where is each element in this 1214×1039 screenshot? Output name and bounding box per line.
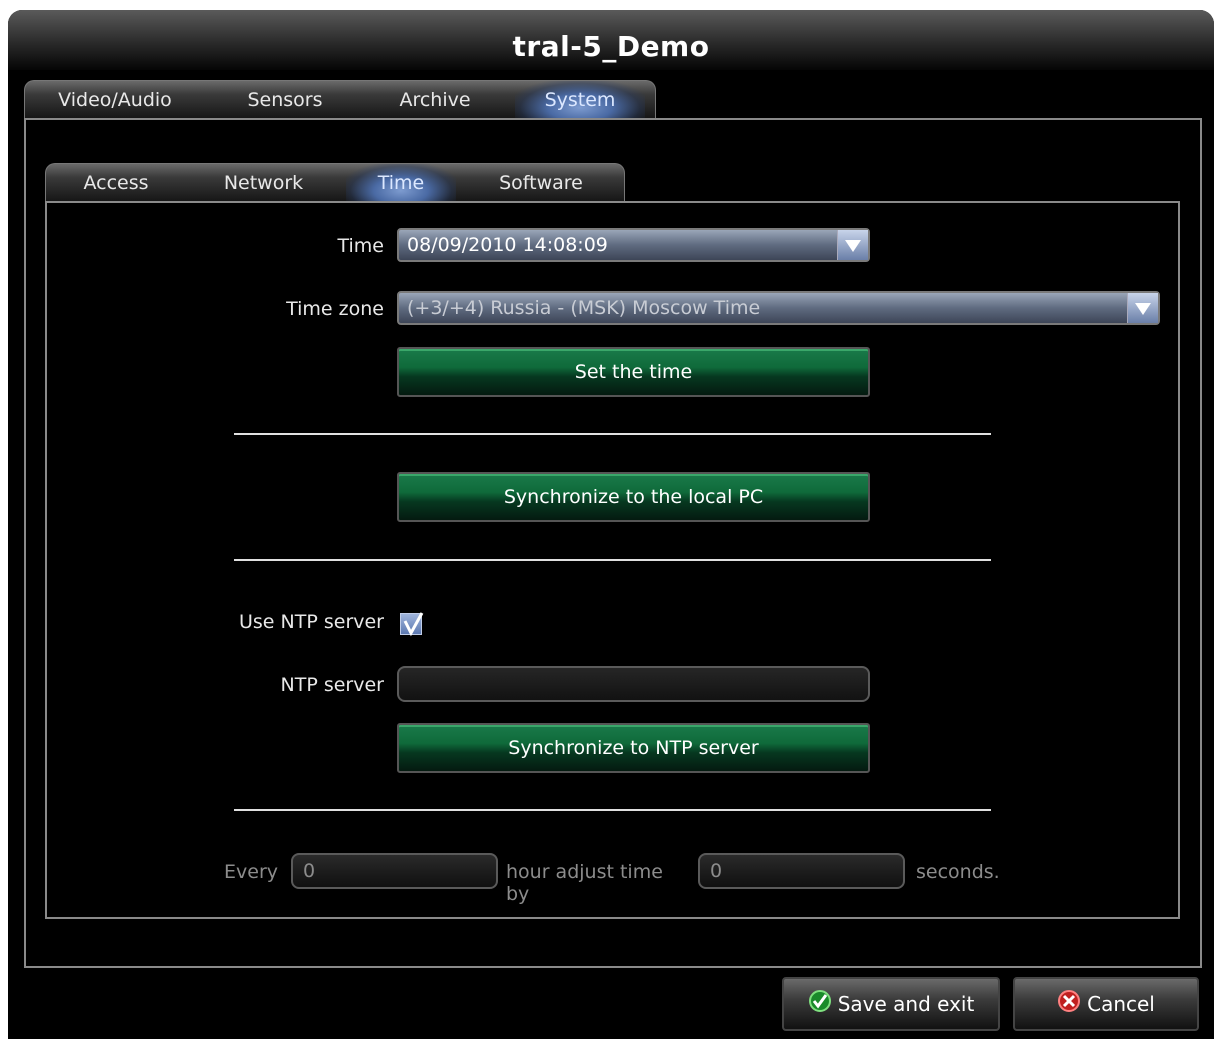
sub-tab-bar: Access Network Time Software [45,163,625,202]
use-ntp-label: Use NTP server [239,611,384,633]
time-dropdown[interactable]: 08/09/2010 14:08:09 [397,228,870,262]
divider [234,433,991,435]
check-circle-icon [808,981,832,1031]
save-and-exit-button[interactable]: Save and exit [782,977,1000,1031]
ntp-server-input[interactable] [397,666,870,702]
tab-system[interactable]: System [515,81,645,119]
tab-time[interactable]: Time [346,164,456,202]
adjust-seconds-input[interactable]: 0 [698,853,905,889]
use-ntp-checkbox[interactable] [400,612,424,637]
cancel-button[interactable]: Cancel [1013,977,1199,1031]
timezone-value: (+3/+4) Russia - (MSK) Moscow Time [407,297,761,319]
settings-window: tral-5_Demo Video/Audio Sensors Archive … [8,10,1214,1039]
title-bar: tral-5_Demo [8,10,1214,70]
cancel-circle-icon [1057,981,1081,1031]
tab-software[interactable]: Software [466,164,616,202]
adjust-label: hour adjust time by [506,861,663,905]
main-tab-bar: Video/Audio Sensors Archive System [24,80,656,119]
tab-video-audio[interactable]: Video/Audio [25,81,205,119]
time-label: Time [337,235,385,257]
tab-network[interactable]: Network [186,164,341,202]
set-time-button[interactable]: Set the time [397,347,870,397]
every-hours-input[interactable]: 0 [291,853,498,889]
seconds-label: seconds. [916,861,1000,883]
timezone-dropdown[interactable]: (+3/+4) Russia - (MSK) Moscow Time [397,291,1160,325]
window-title: tral-5_Demo [512,30,710,63]
time-value: 08/09/2010 14:08:09 [407,234,608,256]
chevron-down-icon[interactable] [1127,293,1158,323]
tab-archive[interactable]: Archive [365,81,505,119]
cancel-label: Cancel [1087,992,1155,1016]
every-label: Every [224,861,278,883]
divider [234,809,991,811]
divider [234,559,991,561]
tab-access[interactable]: Access [46,164,186,202]
save-and-exit-label: Save and exit [837,992,975,1016]
tab-sensors[interactable]: Sensors [205,81,365,119]
sync-local-pc-button[interactable]: Synchronize to the local PC [397,472,870,522]
timezone-label: Time zone [286,298,384,320]
chevron-down-icon[interactable] [837,230,868,260]
ntp-server-label: NTP server [280,674,384,696]
sync-ntp-button[interactable]: Synchronize to NTP server [397,723,870,773]
checkmark-icon [403,612,424,637]
